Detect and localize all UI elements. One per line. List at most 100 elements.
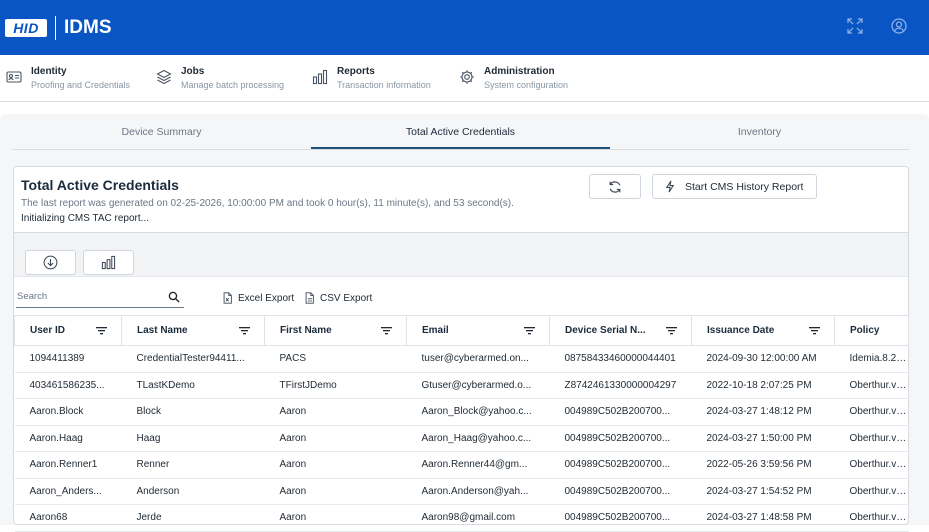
- table-cell: 2024-03-27 1:54:52 PM: [691, 478, 835, 505]
- report-tabs: Device Summary Total Active Credentials …: [12, 114, 909, 150]
- bar-chart-icon: [101, 255, 116, 270]
- csv-file-icon: [305, 292, 314, 304]
- table-cell: Block: [121, 398, 265, 426]
- tab-inventory[interactable]: Inventory: [610, 114, 909, 149]
- filter-icon[interactable]: [239, 327, 250, 335]
- logo-divider: [55, 15, 56, 40]
- csv-export-button[interactable]: CSV Export: [304, 292, 372, 304]
- column-header-label: User ID: [30, 325, 66, 336]
- credentials-table: User ID Last Name First Name Email Device Se…: [14, 315, 909, 532]
- column-header-label: Policy: [850, 325, 880, 336]
- table-row[interactable]: 1094411389 CredentialTester94411... PACS tu…: [14, 345, 909, 373]
- table-row[interactable]: 403461586235... TLastKDemo TFirstJDemo Gtus…: [14, 372, 909, 399]
- table-cell: Aaron.Renner44@gm...: [406, 451, 550, 479]
- id-card-icon: [6, 71, 22, 83]
- nav-administration-title: Administration: [484, 66, 555, 77]
- app-name: IDMS: [64, 16, 112, 38]
- table-cell: 2024-03-27 1:48:58 PM: [691, 504, 835, 532]
- table-cell: Oberthur.v8.v: [834, 478, 909, 505]
- table-cell: Aaron98@gmail.com: [406, 504, 550, 532]
- nav-jobs-subtitle: Manage batch processing: [181, 80, 285, 90]
- table-cell: Oberthur.v8.v: [834, 504, 909, 532]
- table-cell: PACS: [264, 345, 407, 373]
- start-cms-history-report-button[interactable]: Start CMS History Report: [652, 174, 817, 199]
- tab-device-summary[interactable]: Device Summary: [12, 114, 311, 149]
- table-row[interactable]: Aaron.Renner1 Renner Aaron Aaron.Renner44@g…: [14, 451, 909, 479]
- table-cell: Oberthur.v8.v: [834, 451, 909, 479]
- layers-icon: [156, 69, 172, 85]
- report-status: Initializing CMS TAC report...: [21, 213, 150, 224]
- table-cell: tuser@cyberarmed.on...: [406, 345, 550, 373]
- start-cms-history-report-label: Start CMS History Report: [685, 180, 804, 193]
- lightning-icon: [665, 180, 675, 193]
- table-cell: Aaron.Anderson@yah...: [406, 478, 550, 505]
- tab-total-active-credentials[interactable]: Total Active Credentials: [311, 114, 610, 149]
- table-row[interactable]: Aaron.Haag Haag Aaron Aaron_Haag@yahoo.c...…: [14, 425, 909, 452]
- table-row[interactable]: Aaron_Anders... Anderson Aaron Aaron.Anders…: [14, 478, 909, 505]
- column-header-label: First Name: [280, 325, 332, 336]
- column-header-label: Email: [422, 325, 449, 336]
- table-cell: Aaron.Block: [14, 398, 122, 426]
- user-circle-icon[interactable]: [891, 18, 909, 36]
- download-button[interactable]: [25, 250, 76, 275]
- column-header[interactable]: Issuance Date: [691, 315, 835, 346]
- gear-icon: [460, 70, 474, 84]
- table-cell: Aaron: [264, 451, 407, 479]
- excel-export-button[interactable]: Excel Export: [222, 292, 294, 304]
- table-row[interactable]: Aaron.Block Block Aaron Aaron_Block@yahoo.c…: [14, 398, 909, 426]
- table-cell: Aaron_Anders...: [14, 478, 122, 505]
- filter-icon[interactable]: [96, 327, 107, 335]
- search-field[interactable]: Search: [16, 288, 184, 308]
- nav-jobs[interactable]: Jobs Manage batch processing: [156, 55, 312, 101]
- column-header-label: Last Name: [137, 325, 188, 336]
- nav-administration[interactable]: Administration System configuration: [459, 55, 599, 101]
- column-header-label: Device Serial N...: [565, 325, 646, 336]
- nav-identity-subtitle: Proofing and Credentials: [31, 80, 131, 90]
- column-header[interactable]: Email: [406, 315, 550, 346]
- table-cell: Oberthur.v8.v: [834, 425, 909, 452]
- table-cell: 1094411389: [14, 345, 122, 373]
- column-header[interactable]: Device Serial N...: [549, 315, 692, 346]
- nav-identity[interactable]: Identity Proofing and Credentials: [6, 55, 156, 101]
- filter-icon[interactable]: [524, 327, 535, 335]
- nav-reports-subtitle: Transaction information: [337, 80, 431, 90]
- table-cell: 2024-09-30 12:00:00 AM: [691, 345, 835, 373]
- filter-icon[interactable]: [381, 327, 392, 335]
- table-cell: Oberthur.v8.v: [834, 398, 909, 426]
- chart-view-button[interactable]: [83, 250, 134, 275]
- report-card: Total Active Credentials The last report…: [13, 166, 909, 532]
- report-title: Total Active Credentials: [21, 177, 179, 193]
- fullscreen-icon[interactable]: [847, 18, 865, 36]
- table-cell: 08758433460000044401: [549, 345, 692, 373]
- search-input[interactable]: Search: [17, 291, 47, 302]
- table-cell: Anderson: [121, 478, 265, 505]
- search-icon[interactable]: [168, 291, 180, 303]
- table-cell: CredentialTester94411...: [121, 345, 265, 373]
- bar-chart-icon: [312, 69, 328, 85]
- table-cell: TLastKDemo: [121, 372, 265, 399]
- column-header[interactable]: Policy: [834, 315, 909, 346]
- table-cell: Aaron: [264, 504, 407, 532]
- table-row[interactable]: Aaron68 Jerde Aaron Aaron98@gmail.com 004989…: [14, 504, 909, 532]
- column-header[interactable]: User ID: [14, 315, 122, 346]
- refresh-button[interactable]: [589, 174, 641, 199]
- csv-export-label: CSV Export: [320, 292, 373, 304]
- table-cell: Gtuser@cyberarmed.o...: [406, 372, 550, 399]
- download-circle-icon: [43, 255, 58, 270]
- table-cell: 403461586235...: [14, 372, 122, 399]
- filter-icon[interactable]: [666, 327, 677, 335]
- table-cell: Jerde: [121, 504, 265, 532]
- table-cell: Aaron: [264, 398, 407, 426]
- filter-icon[interactable]: [809, 327, 820, 335]
- table-cell: Aaron_Block@yahoo.c...: [406, 398, 550, 426]
- table-cell: Aaron.Renner1: [14, 451, 122, 479]
- excel-file-icon: [223, 292, 232, 304]
- top-bar: HID IDMS: [0, 0, 929, 55]
- column-header[interactable]: Last Name: [121, 315, 265, 346]
- refresh-icon: [609, 180, 621, 193]
- excel-export-label: Excel Export: [238, 292, 295, 304]
- table-cell: 2024-03-27 1:48:12 PM: [691, 398, 835, 426]
- column-header[interactable]: First Name: [264, 315, 407, 346]
- table-cell: Renner: [121, 451, 265, 479]
- nav-reports[interactable]: Reports Transaction information: [312, 55, 459, 101]
